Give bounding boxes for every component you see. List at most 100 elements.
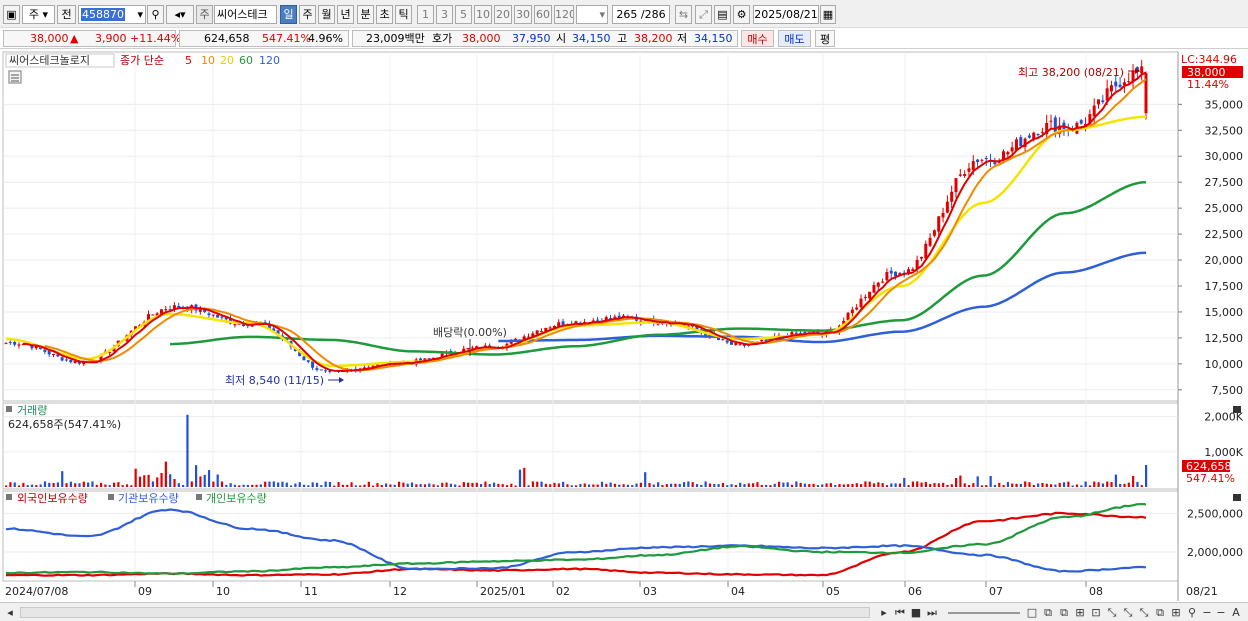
candle-body — [207, 313, 211, 316]
draw-tool-icon[interactable]: ⤡ — [1121, 605, 1135, 620]
date-field[interactable]: 2025/08/21 — [753, 5, 819, 24]
draw-tool-icon[interactable]: ⧉ — [1153, 605, 1167, 620]
holdings-panel-handle-icon[interactable] — [6, 494, 12, 500]
search-icon[interactable]: ⚲ — [147, 5, 164, 24]
tab-second[interactable]: 초 — [376, 5, 393, 24]
holdings-panel-close-icon[interactable] — [1233, 494, 1241, 501]
tab-week[interactable]: 주 — [299, 5, 316, 24]
price-chart-svg[interactable]: 35,000 32,500 30,000 27,500 25,000 22,500 20,0… — [0, 50, 1248, 602]
period-select[interactable]: 주 ▾ — [22, 5, 55, 24]
interval-5[interactable]: 5 — [455, 5, 472, 24]
interval-10[interactable]: 10 — [474, 5, 492, 24]
crosshair-icon[interactable]: ⤢ — [695, 5, 712, 24]
interval-30[interactable]: 30 — [514, 5, 532, 24]
candle-body — [596, 319, 600, 321]
volume-panel — [2, 402, 1179, 490]
save-icon[interactable]: ▤ — [714, 5, 731, 24]
draw-tool-icon[interactable]: □ — [1025, 605, 1039, 620]
scroll-right-icon[interactable]: ▸ — [878, 605, 890, 620]
draw-tool-icon[interactable]: ⧉ — [1041, 605, 1055, 620]
tab-year[interactable]: 년 — [337, 5, 354, 24]
candle-body — [976, 159, 980, 163]
candle-body — [980, 159, 984, 161]
volume-bar — [311, 482, 314, 487]
zoom-slider[interactable] — [948, 612, 1020, 614]
volume-bar — [458, 485, 461, 487]
volume-bar — [100, 482, 103, 487]
chart-title: 씨어스테크놀로지 — [9, 54, 90, 67]
volume-bar — [579, 484, 582, 487]
sell-button[interactable]: 매도 — [778, 30, 811, 47]
candle-body — [868, 291, 872, 299]
volume-bar — [359, 485, 362, 487]
draw-tool-icon[interactable]: ⊞ — [1073, 605, 1087, 620]
volume-panel-handle-icon[interactable] — [6, 406, 12, 412]
first-page-icon[interactable]: ⏮ — [893, 605, 907, 620]
candle-body — [958, 174, 962, 176]
link-icon[interactable]: ⇆ — [675, 5, 692, 24]
tab-month[interactable]: 월 — [318, 5, 335, 24]
volume-bar — [536, 481, 539, 487]
tab-day[interactable]: 일 — [280, 5, 297, 24]
draw-tool-icon[interactable]: ⊞ — [1169, 605, 1183, 620]
volume-bar — [151, 481, 155, 487]
volume-bar — [1058, 482, 1061, 487]
y-axis-ticks: 35,000 32,500 30,000 27,500 25,000 22,500 20,0… — [1178, 98, 1244, 559]
volume-bar — [39, 484, 42, 487]
stop-icon[interactable]: ■ — [909, 605, 923, 620]
draw-tool-icon[interactable]: ⊡ — [1089, 605, 1103, 620]
draw-tool-icon[interactable]: ⤡ — [1137, 605, 1151, 620]
interval-1[interactable]: 1 — [417, 5, 434, 24]
draw-tool-icon[interactable]: ⧉ — [1057, 605, 1071, 620]
code-input[interactable]: 458870 ▾ — [78, 5, 146, 24]
calendar-icon[interactable]: ▦ — [820, 5, 836, 24]
chart-area: 35,000 32,500 30,000 27,500 25,000 22,500 20,0… — [0, 50, 1248, 602]
volume-bar — [130, 485, 133, 487]
last-page-icon[interactable]: ⏭ — [925, 605, 939, 620]
volume-bar — [61, 471, 64, 487]
interval-3[interactable]: 3 — [436, 5, 453, 24]
volume-bar — [121, 485, 124, 487]
zoom-in-icon[interactable]: − — [1215, 605, 1227, 620]
buy-button[interactable]: 매수 — [741, 30, 774, 47]
period-label: 주 — [28, 8, 40, 21]
volume-bar — [682, 482, 686, 487]
text-size-icon[interactable]: A — [1229, 605, 1243, 620]
x-axis-label: 09 — [138, 585, 152, 598]
eval-button[interactable]: 평 — [815, 30, 835, 47]
candle-body — [306, 360, 310, 362]
candle-body — [17, 344, 21, 346]
volume-bar — [320, 485, 323, 487]
volume-bar — [903, 477, 906, 487]
volume-panel-close-icon[interactable] — [1233, 406, 1241, 413]
interval-custom-select[interactable]: ▾ — [576, 5, 608, 24]
settings-icon[interactable]: ⚙ — [733, 5, 750, 24]
tab-tick[interactable]: 틱 — [395, 5, 412, 24]
chart-type-icon[interactable]: ▣ — [3, 5, 20, 24]
x-axis-label: 08/21 — [1186, 585, 1218, 598]
tab-minute[interactable]: 분 — [357, 5, 374, 24]
interval-120[interactable]: 120 — [554, 5, 574, 24]
draw-tool-icon[interactable]: ⤡ — [1105, 605, 1119, 620]
volume-bar — [82, 481, 85, 487]
zoom-search-icon[interactable]: ⚲ — [1185, 605, 1199, 620]
volume-bar — [652, 484, 655, 487]
scroll-left-icon[interactable]: ◂ — [4, 605, 16, 620]
interval-60[interactable]: 60 — [534, 5, 552, 24]
volume-bar — [43, 481, 47, 487]
volume-bar — [1114, 474, 1117, 487]
volume-bar — [756, 482, 759, 487]
volume-bar — [540, 481, 543, 487]
count-field[interactable]: 265 /286 — [612, 5, 670, 24]
volume-bar — [156, 477, 159, 487]
prev-button[interactable]: 전 — [57, 5, 76, 24]
volume-bar — [428, 483, 431, 487]
sound-icon[interactable]: ◂▾ — [166, 5, 194, 24]
scroll-track[interactable] — [20, 607, 870, 618]
zoom-out-icon[interactable]: − — [1201, 605, 1213, 620]
candle-body — [954, 178, 958, 193]
volume-bar — [505, 485, 509, 487]
interval-20[interactable]: 20 — [494, 5, 512, 24]
volume-bar — [1093, 481, 1096, 487]
volume-bar — [674, 483, 677, 487]
